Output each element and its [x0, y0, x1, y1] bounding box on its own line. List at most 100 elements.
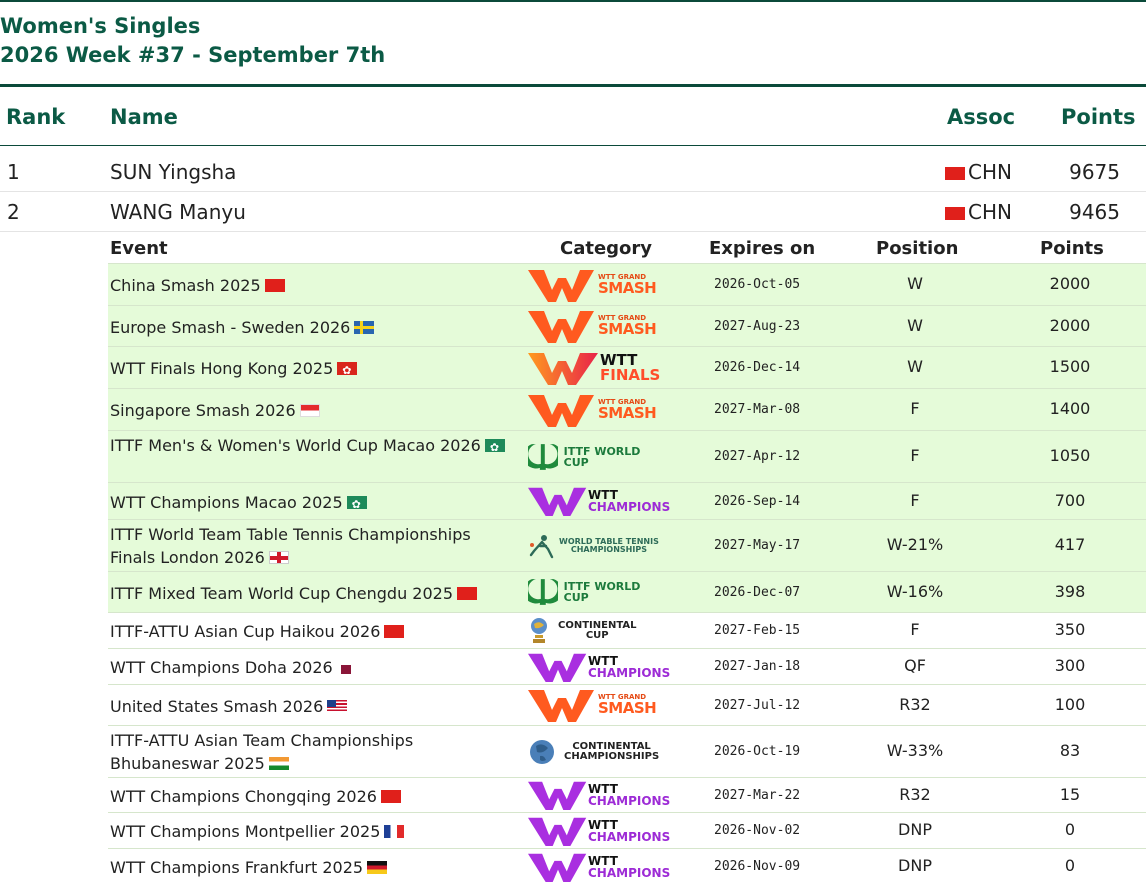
macao-flag-icon	[346, 496, 367, 509]
continental-championships-logo: CONTINENTAL CHAMPIONSHIPS	[528, 734, 659, 770]
event-name[interactable]: Europe Smash - Sweden 2026	[110, 316, 520, 339]
sweden-flag-icon	[354, 321, 375, 334]
wtt-w-mark-icon	[528, 853, 587, 882]
page-subtitle: 2026 Week #37 - September 7th	[0, 43, 386, 67]
player-row-expanded[interactable]: 2 WANG Manyu CHN 9465	[0, 192, 1146, 232]
event-name[interactable]: Singapore Smash 2026	[110, 399, 520, 422]
singapore-flag-icon	[299, 404, 320, 417]
event-expires: 2026-Oct-19	[714, 744, 801, 759]
player-assoc-code: CHN	[968, 200, 1012, 224]
wtt-champions-logo: WTT CHAMPIONS	[528, 649, 670, 685]
event-name[interactable]: ITTF Men's & Women's World Cup Macao 202…	[110, 434, 520, 457]
event-expires: 2026-Nov-09	[714, 859, 801, 874]
event-position: DNP	[898, 856, 932, 875]
wtt-champions-logo: WTT CHAMPIONS	[528, 849, 670, 885]
event-row[interactable]: Europe Smash - Sweden 2026 WTT GRAND SMA…	[108, 305, 1146, 346]
wtt-w-mark-icon	[528, 653, 587, 682]
event-category: WTT FINALS	[528, 347, 668, 388]
event-row[interactable]: United States Smash 2026 WTT GRAND SMASH…	[108, 684, 1146, 725]
event-row[interactable]: WTT Champions Montpellier 2025 WTT CHAMP…	[108, 812, 1146, 848]
event-points: 0	[1064, 820, 1076, 839]
player-points: 9465	[1069, 200, 1120, 224]
china-flag-icon	[945, 207, 965, 220]
event-name[interactable]: United States Smash 2026	[110, 695, 520, 718]
event-name[interactable]: WTT Champions Macao 2025	[110, 491, 520, 514]
event-position: QF	[904, 656, 926, 675]
event-points: 417	[1054, 535, 1086, 554]
event-name[interactable]: WTT Champions Chongqing 2026	[110, 785, 520, 808]
event-expires: 2027-Jan-18	[714, 659, 801, 674]
event-row[interactable]: ITTF Mixed Team World Cup Chengdu 2025 I…	[108, 571, 1146, 612]
player-row[interactable]: 1 SUN Yingsha CHN 9675	[0, 152, 1146, 192]
event-name[interactable]: ITTF Mixed Team World Cup Chengdu 2025	[110, 582, 520, 605]
champions-logo-main: CHAMPIONS	[588, 665, 671, 680]
champions-logo-top: WTT	[588, 653, 618, 668]
event-name-text: WTT Champions Frankfurt 2025	[110, 858, 364, 877]
event-name[interactable]: WTT Champions Frankfurt 2025	[110, 856, 520, 879]
event-category: WTT CHAMPIONS	[528, 483, 670, 519]
event-row[interactable]: WTT Champions Frankfurt 2025 WTT CHAMPIO…	[108, 848, 1146, 884]
event-name-text: ITTF World Team Table Tennis Championshi…	[110, 525, 471, 567]
germany-flag-icon	[367, 861, 388, 874]
event-row[interactable]: ITTF-ATTU Asian Team Championships Bhuba…	[108, 725, 1146, 777]
event-row[interactable]: WTT Champions Chongqing 2026 WTT CHAMPIO…	[108, 777, 1146, 812]
globe-trophy-icon	[531, 617, 547, 643]
event-row[interactable]: WTT Finals Hong Kong 2025 WTT FINALS 202…	[108, 346, 1146, 388]
player-name[interactable]: WANG Manyu	[110, 192, 246, 232]
event-name[interactable]: ITTF World Team Table Tennis Championshi…	[110, 523, 520, 569]
event-row[interactable]: WTT Champions Doha 2026 WTT CHAMPIONS 20…	[108, 648, 1146, 684]
event-name[interactable]: ITTF-ATTU Asian Team Championships Bhuba…	[110, 729, 520, 775]
hong-kong-flag-icon	[337, 362, 358, 375]
wtt-w-mark-icon	[528, 817, 587, 846]
event-expires: 2026-Oct-05	[714, 277, 801, 292]
event-category: WTT GRAND SMASH	[528, 306, 668, 346]
event-expires: 2027-Aug-23	[714, 319, 801, 334]
event-row[interactable]: China Smash 2025 WTT GRAND SMASH 2026-Oc…	[108, 263, 1146, 305]
wtt-grand-smash-logo: WTT GRAND SMASH	[528, 267, 657, 303]
event-name[interactable]: WTT Champions Doha 2026	[110, 656, 520, 679]
event-name-text: WTT Champions Chongqing 2026	[110, 787, 377, 806]
event-name[interactable]: ITTF-ATTU Asian Cup Haikou 2026	[110, 620, 520, 643]
continental-championships-logo-line1: CONTINENTAL	[572, 740, 651, 752]
event-points: 300	[1054, 656, 1086, 675]
event-expires: 2026-Dec-07	[714, 585, 801, 600]
champions-logo-main: CHAMPIONS	[588, 794, 671, 808]
wtt-champions-logo: WTT CHAMPIONS	[528, 813, 670, 849]
event-position: W-33%	[886, 741, 944, 760]
event-row[interactable]: ITTF World Team Table Tennis Championshi…	[108, 519, 1146, 571]
column-header-name[interactable]: Name	[110, 100, 178, 134]
event-name-text: ITTF-ATTU Asian Team Championships Bhuba…	[110, 731, 414, 773]
event-row[interactable]: Singapore Smash 2026 WTT GRAND SMASH 202…	[108, 388, 1146, 430]
column-header-assoc[interactable]: Assoc	[947, 100, 1015, 134]
event-name[interactable]: WTT Finals Hong Kong 2025	[110, 357, 520, 380]
champions-logo-top: WTT	[588, 853, 618, 868]
event-name[interactable]: China Smash 2025	[110, 274, 520, 297]
column-header-rank[interactable]: Rank	[6, 100, 65, 134]
ittf-world-cup-logo: ITTF WORLD CUP	[528, 574, 668, 610]
china-flag-icon	[945, 167, 965, 180]
event-category: WTT GRAND SMASH	[528, 685, 668, 725]
player-rank: 2	[7, 200, 20, 224]
event-name-text: WTT Champions Macao 2025	[110, 493, 343, 512]
points-column-header: Points	[1040, 238, 1104, 259]
wtt-finals-logo: WTT FINALS	[528, 350, 660, 386]
page-header: Women's Singles 2026 Week #37 - Septembe…	[0, 12, 385, 70]
event-row[interactable]: ITTF Men's & Women's World Cup Macao 202…	[108, 430, 1146, 482]
event-category: WTT CHAMPIONS	[528, 649, 670, 685]
event-row[interactable]: WTT Champions Macao 2025 WTT CHAMPIONS 2…	[108, 482, 1146, 519]
event-row[interactable]: ITTF-ATTU Asian Cup Haikou 2026 CONTINEN…	[108, 612, 1146, 648]
world-cup-logo-text: ITTF WORLD CUP	[563, 444, 641, 469]
event-name-text: ITTF Men's & Women's World Cup Macao 202…	[110, 436, 481, 455]
event-position: W	[907, 274, 923, 293]
event-expires: 2026-Sep-14	[714, 494, 801, 509]
event-name-text: WTT Finals Hong Kong 2025	[110, 359, 334, 378]
event-category: CONTINENTAL CUP	[528, 613, 668, 648]
event-category: ITTF WORLD CUP	[528, 572, 668, 612]
column-header-points[interactable]: Points	[1061, 100, 1136, 134]
china-flag-icon	[384, 625, 405, 638]
player-name[interactable]: SUN Yingsha	[110, 152, 236, 192]
event-category: WTT GRAND SMASH	[528, 389, 668, 430]
expires-column-header: Expires on	[709, 238, 816, 259]
event-points: 350	[1054, 620, 1086, 639]
event-name[interactable]: WTT Champions Montpellier 2025	[110, 820, 520, 843]
